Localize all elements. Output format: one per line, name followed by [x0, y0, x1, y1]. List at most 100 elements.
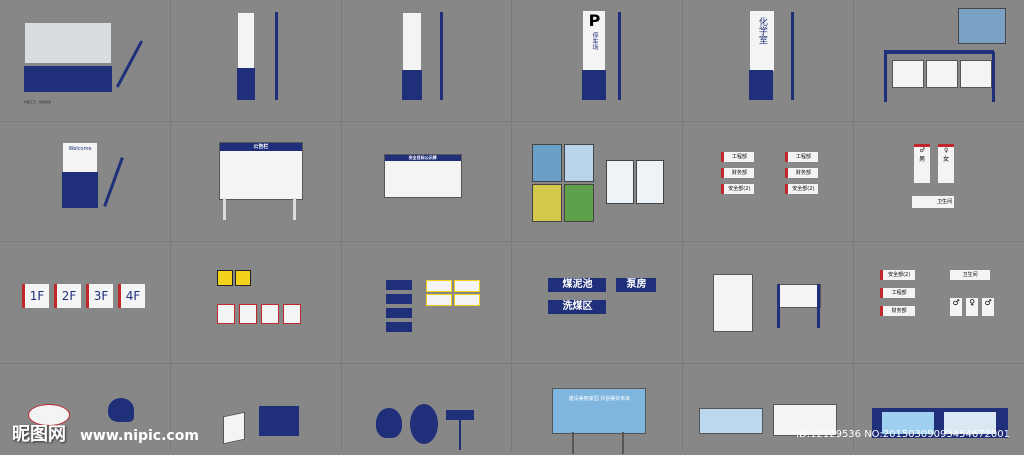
safety-board-title: 安全目标公示牌 — [384, 155, 461, 161]
sign-catalog-grid: 材质工艺：铝板烤漆 P 停车场 化学室 Welcome 公告栏 安全目标公示牌 … — [0, 0, 1024, 455]
spec-text: 材质工艺：铝板烤漆 — [24, 100, 52, 104]
flower-sign — [409, 404, 438, 444]
fire-sign — [425, 280, 452, 292]
flower-sign — [375, 408, 402, 438]
arrow-sign — [445, 410, 474, 420]
billboard-post — [622, 432, 625, 454]
coal-sign: 泵房 — [616, 278, 657, 292]
gallery-panel — [926, 60, 959, 88]
gallery-panel — [892, 60, 925, 88]
roadside-board — [699, 408, 764, 434]
billboard: 建设美丽家园 共创美好未来 — [552, 388, 647, 434]
chem-panel: 化学室 — [749, 10, 776, 72]
welcome-panel: Welcome — [62, 142, 98, 174]
totem-side — [439, 12, 443, 100]
fire-sign — [453, 294, 480, 306]
chem-base — [749, 70, 774, 100]
plan-map-image — [24, 22, 112, 64]
room-sign: 工程部 — [785, 152, 819, 162]
totem-base — [401, 70, 422, 100]
floor-sign: 2F — [54, 284, 81, 308]
totem-side — [274, 12, 278, 100]
fire-sign — [425, 294, 452, 306]
parking-text: 停车场 — [590, 32, 598, 50]
cell-map-board: 材质工艺：铝板烤漆 — [0, 0, 170, 121]
toilet-female-label: 女 — [943, 156, 950, 163]
parking-side — [618, 12, 622, 100]
totem-base — [236, 68, 255, 100]
lawn-sign-blue — [258, 406, 299, 436]
office-sign: 财务部 — [880, 306, 916, 316]
gallery-roof — [884, 50, 995, 54]
warning-sign — [216, 270, 233, 286]
poster — [606, 160, 635, 204]
cell-roadside-board — [683, 364, 854, 455]
cell-chem-totem: 化学室 — [683, 0, 854, 121]
room-sign: 工程部 — [721, 152, 755, 162]
arrow-post — [458, 420, 461, 450]
toilet-male-label: 男 — [919, 156, 926, 163]
room-sign: 财务部 — [721, 168, 755, 178]
notice-post — [222, 198, 226, 220]
cell-rule-boards — [683, 242, 854, 363]
fire-sign — [453, 280, 480, 292]
coal-sign: 煤泥池 — [548, 278, 607, 292]
rule-post — [777, 284, 781, 328]
floor-sign: 1F — [22, 284, 49, 308]
toilet-female-sign: ♀ 女 — [938, 144, 955, 183]
cell-coal-signs: 煤泥池 泵房 洗煤区 — [512, 242, 683, 363]
poster — [564, 184, 595, 222]
rule-board — [713, 274, 754, 332]
room-sign: 安全部(2) — [785, 184, 819, 194]
office-sign: 工程部 — [880, 288, 916, 298]
poster — [532, 184, 563, 222]
male-icon: ♂ — [982, 298, 995, 316]
room-sign: 安全部(2) — [721, 184, 755, 194]
female-icon: ♀ — [966, 298, 979, 316]
cell-instruction-signs — [341, 242, 512, 363]
cell-totem-2 — [341, 0, 512, 121]
notice-board-title: 公告栏 — [219, 143, 302, 151]
safety-board: 安全目标公示牌 — [383, 154, 462, 198]
watermark-url: www.nipic.com — [80, 428, 199, 444]
gallery-photo — [958, 8, 1007, 44]
cell-parking-totem: P 停车场 — [512, 0, 683, 121]
cell-room-signs: 工程部 财务部 安全部(2) 工程部 财务部 安全部(2) — [683, 122, 854, 241]
welcome-side — [103, 157, 124, 207]
floor-sign: 3F — [86, 284, 113, 308]
parking-letter: P — [588, 11, 601, 30]
totem-panel — [236, 12, 255, 70]
cell-safety-board: 安全目标公示牌 — [341, 122, 512, 241]
notice-board: 公告栏 — [218, 142, 303, 200]
instruction-sign — [385, 322, 412, 332]
instruction-sign — [385, 294, 412, 304]
gallery-post — [992, 52, 996, 102]
welcome-text: Welcome — [68, 146, 92, 152]
cell-notice-board: 公告栏 — [170, 122, 341, 241]
cell-warning-signs — [170, 242, 341, 363]
cell-posters — [512, 122, 683, 241]
coal-sign: 洗煤区 — [548, 300, 607, 314]
billboard-text: 建设美丽家园 共创美好未来 — [568, 396, 631, 402]
poster — [564, 144, 595, 182]
watermark-id: ID:12129536 NO:20150309093454672001 — [796, 429, 1010, 440]
notice-post — [292, 198, 296, 220]
room-sign: 财务部 — [785, 168, 819, 178]
cell-totem-1 — [170, 0, 341, 121]
poster — [532, 144, 563, 182]
poster — [636, 160, 665, 204]
cell-fence-board — [854, 364, 1024, 455]
totem-panel — [401, 12, 422, 72]
floor-sign: 4F — [118, 284, 145, 308]
prohibition-sign — [216, 304, 235, 324]
toilet-label-sign: 卫生间 — [912, 196, 955, 208]
welcome-base — [62, 172, 98, 208]
instruction-sign — [385, 280, 412, 290]
chem-text: 化学室 — [756, 17, 767, 44]
prohibition-sign — [238, 304, 257, 324]
female-icon: ♀ — [943, 147, 949, 154]
cell-office-toilet: 安全部(2) 工程部 财务部 卫生间 ♂ ♀ ♂ — [854, 242, 1024, 363]
gallery-post — [884, 52, 888, 102]
cell-toilet-signs: ♂ 男 ♀ 女 卫生间 — [854, 122, 1024, 241]
map-board-base — [24, 66, 112, 92]
